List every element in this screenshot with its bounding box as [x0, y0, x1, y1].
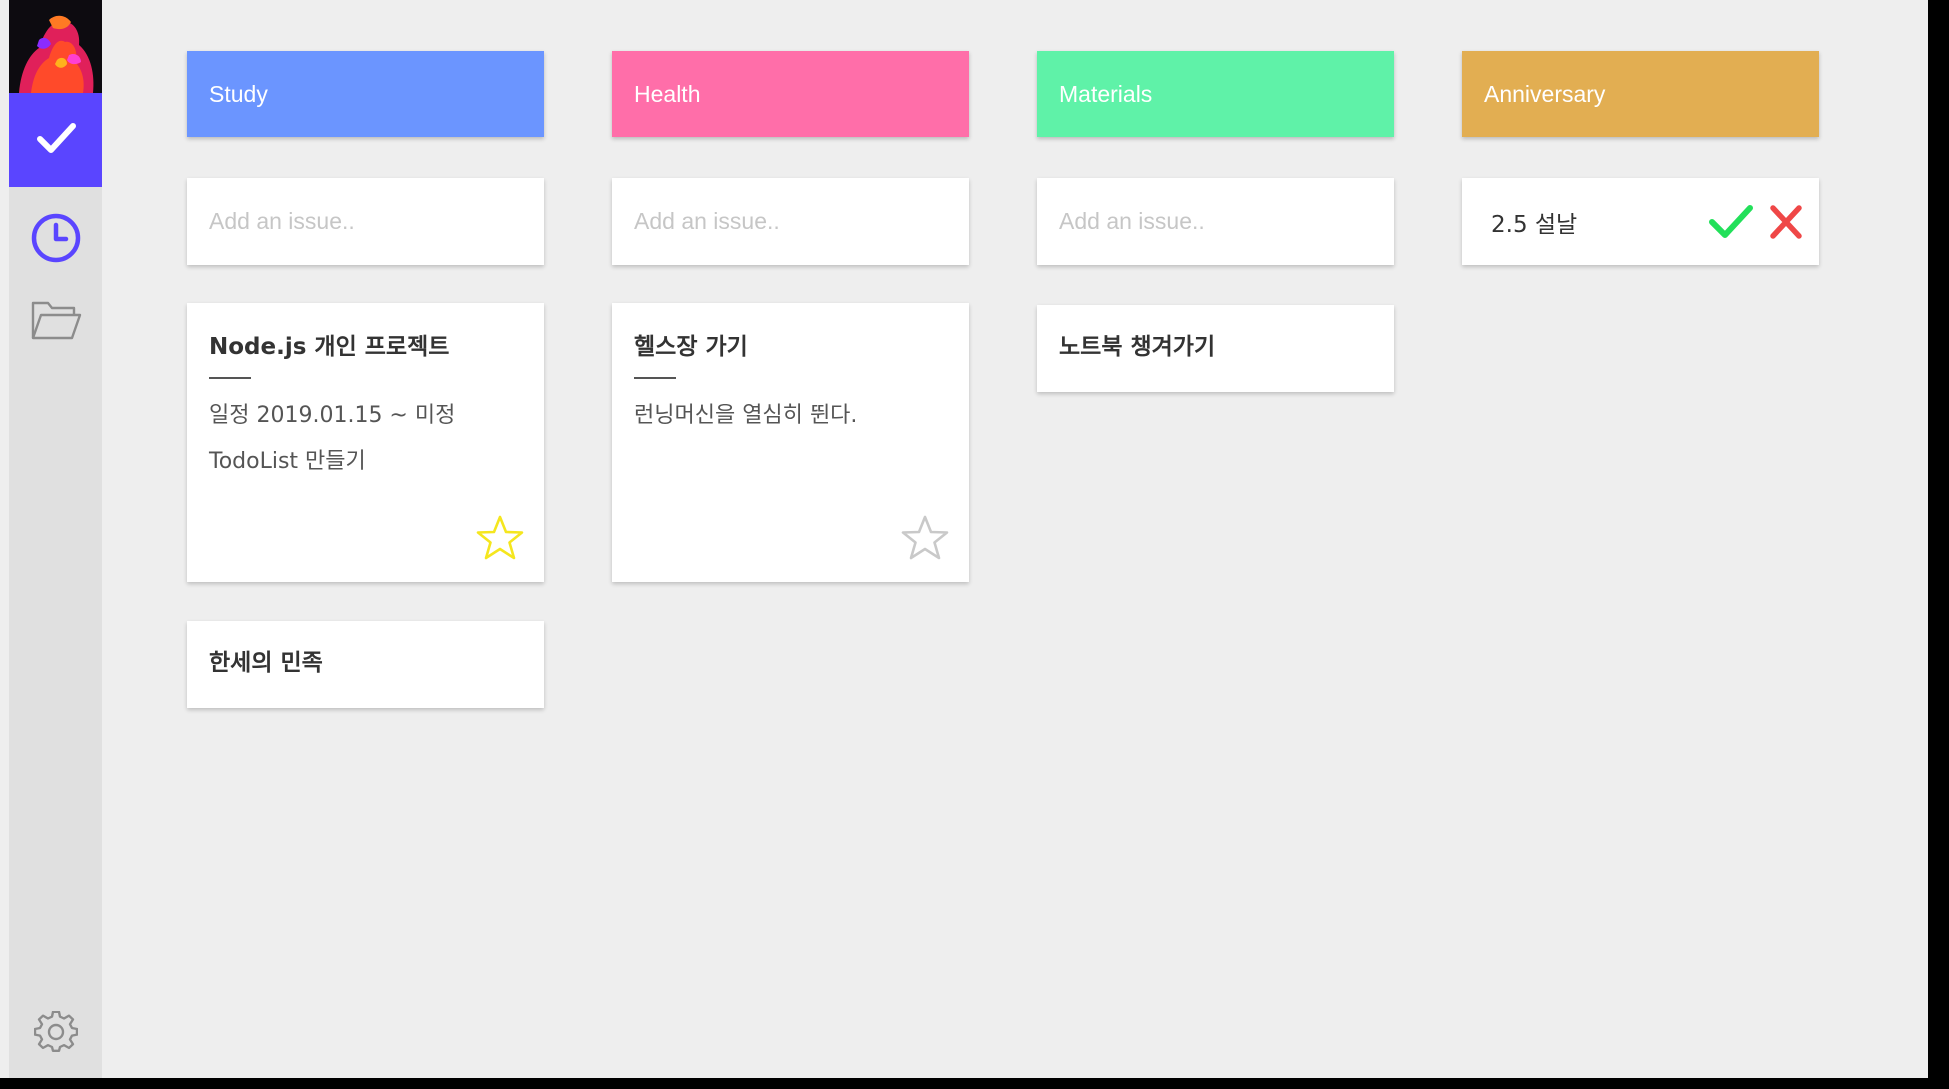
card-title[interactable]: 노트북 챙겨가기: [1059, 327, 1372, 367]
add-issue-box-health: [612, 178, 969, 265]
card-divider: [634, 377, 676, 379]
gear-icon: [33, 1010, 78, 1059]
card-title[interactable]: 헬스장 가기: [634, 327, 947, 367]
add-issue-input[interactable]: [1059, 208, 1359, 235]
nav-history[interactable]: [9, 210, 102, 270]
card-title[interactable]: 한세의 민족: [209, 643, 522, 683]
cancel-icon[interactable]: [1768, 203, 1804, 241]
app-window: Study Node.js 개인 프로젝트 일정 2019.01.15 ~ 미정…: [0, 0, 1928, 1078]
nav-settings[interactable]: [9, 1005, 102, 1065]
card-detail: 런닝머신을 열심히 뛴다.: [634, 403, 858, 428]
column-header-study[interactable]: Study: [187, 51, 544, 137]
add-issue-input[interactable]: [209, 208, 509, 235]
column-title: Anniversary: [1484, 80, 1606, 107]
issue-card[interactable]: 한세의 민족: [187, 621, 544, 708]
column-title: Health: [634, 80, 701, 107]
issue-card[interactable]: 헬스장 가기 런닝머신을 열심히 뛴다.: [612, 303, 969, 582]
issue-card[interactable]: 노트북 챙겨가기: [1037, 305, 1394, 392]
star-icon-filled[interactable]: [476, 514, 524, 562]
folder-icon: [30, 298, 82, 346]
add-issue-input[interactable]: [634, 208, 934, 235]
column-header-materials[interactable]: Materials: [1037, 51, 1394, 137]
nav-todo[interactable]: [9, 93, 102, 187]
add-issue-box-materials: [1037, 178, 1394, 265]
add-issue-box-anniversary: 2.5 설날: [1462, 178, 1819, 265]
card-detail: TodoList 만들기: [209, 449, 366, 474]
column-title: Materials: [1059, 80, 1153, 107]
column-header-health[interactable]: Health: [612, 51, 969, 137]
column-title: Study: [209, 80, 268, 107]
card-title[interactable]: Node.js 개인 프로젝트: [209, 327, 522, 367]
avatar[interactable]: [9, 0, 102, 93]
clock-icon: [30, 212, 82, 268]
new-issue-text[interactable]: 2.5 설날: [1491, 205, 1708, 239]
issue-card[interactable]: Node.js 개인 프로젝트 일정 2019.01.15 ~ 미정 TodoL…: [187, 303, 544, 582]
check-icon: [32, 114, 80, 166]
card-detail: 일정 2019.01.15 ~ 미정: [209, 403, 456, 428]
sidebar: [9, 0, 102, 1078]
nav-archive[interactable]: [9, 292, 102, 352]
confirm-icon[interactable]: [1708, 202, 1754, 242]
column-header-anniversary[interactable]: Anniversary: [1462, 51, 1819, 137]
card-divider: [209, 377, 251, 379]
add-issue-box-study: [187, 178, 544, 265]
star-icon-outline[interactable]: [901, 514, 949, 562]
